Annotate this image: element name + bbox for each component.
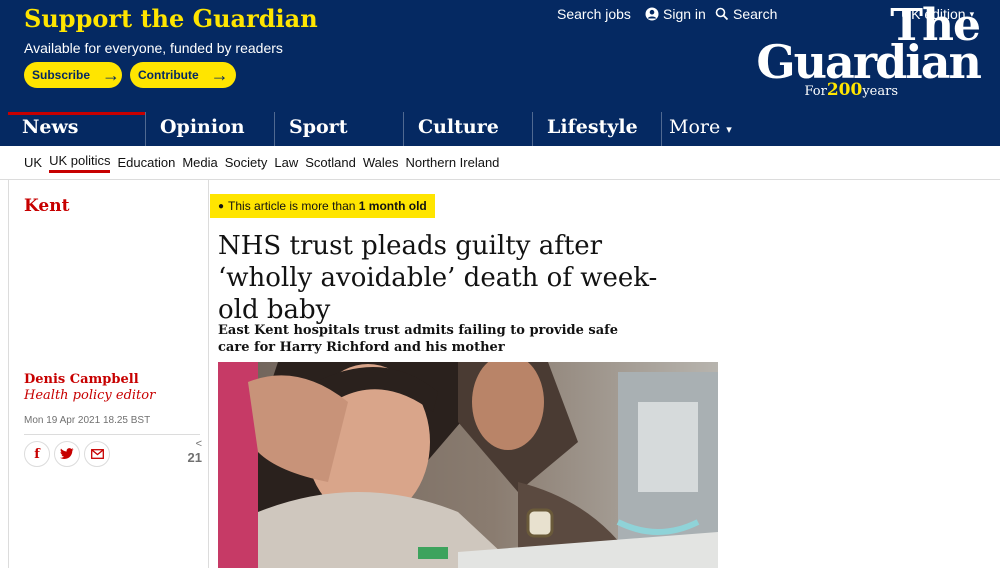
subnav-education[interactable]: Education: [117, 155, 175, 170]
nav-lifestyle[interactable]: Lifestyle: [532, 112, 661, 146]
author-name[interactable]: Denis Campbell: [24, 372, 139, 387]
arrow-right-icon: →: [210, 65, 229, 85]
subnav-media[interactable]: Media: [182, 155, 217, 170]
logo-tag-pre: For: [804, 84, 827, 99]
share-icon: <: [195, 438, 202, 450]
support-subtitle: Available for everyone, funded by reader…: [24, 40, 283, 56]
share-count-value: 21: [187, 450, 202, 465]
subnav-society[interactable]: Society: [225, 155, 268, 170]
email-share-button[interactable]: [84, 441, 110, 467]
nav-opinion[interactable]: Opinion: [145, 112, 274, 146]
chevron-down-icon: ▾: [726, 123, 732, 136]
column-divider: [8, 180, 9, 568]
site-header: Support the Guardian Available for every…: [0, 0, 1000, 146]
sign-in-link[interactable]: Sign in: [645, 6, 706, 22]
nav-culture[interactable]: Culture: [403, 112, 532, 146]
age-notice-text: This article is more than: [228, 199, 359, 213]
nav-sport-label: Sport: [289, 116, 348, 138]
article-age-notice: ● This article is more than 1 month old: [210, 194, 435, 218]
twitter-icon: [60, 448, 74, 459]
facebook-share-button[interactable]: f: [24, 441, 50, 467]
article-headline: NHS trust pleads guilty after ‘wholly av…: [218, 231, 658, 325]
support-title: Support the Guardian: [24, 4, 318, 33]
search-icon: [715, 7, 729, 21]
meta-divider: [24, 434, 200, 435]
subnav-uk[interactable]: UK: [24, 155, 42, 170]
age-notice-bold: 1 month old: [358, 199, 427, 213]
byline: Denis Campbell Health policy editor: [24, 372, 184, 404]
publish-date: Mon 19 Apr 2021 18.25 BST: [24, 415, 151, 426]
column-divider: [208, 180, 209, 568]
article-standfirst: East Kent hospitals trust admits failing…: [218, 323, 619, 355]
section-label[interactable]: Kent: [24, 196, 69, 216]
subnav-northern-ireland[interactable]: Northern Ireland: [405, 155, 499, 170]
nav-opinion-label: Opinion: [160, 116, 245, 138]
primary-nav: News Opinion Sport Culture Lifestyle Mor…: [8, 112, 761, 146]
nav-more[interactable]: More ▾: [661, 112, 761, 146]
logo-line-2: Guardian: [756, 35, 982, 89]
user-icon: [645, 7, 659, 21]
subnav-uk-politics[interactable]: UK politics: [49, 153, 111, 173]
nav-sport[interactable]: Sport: [274, 112, 403, 146]
nav-culture-label: Culture: [418, 116, 499, 138]
clock-icon: ●: [218, 200, 225, 212]
sub-nav: UK UK politics Education Media Society L…: [0, 146, 1000, 180]
nav-news-label: News: [22, 116, 79, 138]
nav-more-label: More: [669, 116, 721, 138]
logo-tag-number: 200: [826, 80, 863, 100]
subnav-law[interactable]: Law: [274, 155, 298, 170]
nav-lifestyle-label: Lifestyle: [547, 116, 638, 138]
logo-tag-post: years: [862, 84, 898, 99]
subscribe-label: Subscribe: [32, 68, 91, 82]
twitter-share-button[interactable]: [54, 441, 80, 467]
hospital-photo-illustration: [218, 362, 718, 568]
author-role: Health policy editor: [24, 388, 156, 403]
email-icon: [90, 449, 104, 459]
subscribe-button[interactable]: Subscribe →: [24, 62, 122, 88]
sign-in-label: Sign in: [663, 6, 706, 22]
subnav-scotland[interactable]: Scotland: [305, 155, 356, 170]
subnav-wales[interactable]: Wales: [363, 155, 399, 170]
contribute-button[interactable]: Contribute →: [130, 62, 236, 88]
guardian-logo[interactable]: The Guardian For200years: [740, 4, 982, 101]
arrow-right-icon: →: [102, 65, 121, 85]
facebook-icon: f: [34, 446, 40, 462]
search-jobs-link[interactable]: Search jobs: [557, 6, 631, 22]
nav-news[interactable]: News: [8, 112, 145, 146]
contribute-label: Contribute: [138, 68, 199, 82]
share-count: < 21: [184, 438, 202, 465]
search-jobs-label: Search jobs: [557, 6, 631, 22]
article-main-image: [218, 362, 718, 568]
